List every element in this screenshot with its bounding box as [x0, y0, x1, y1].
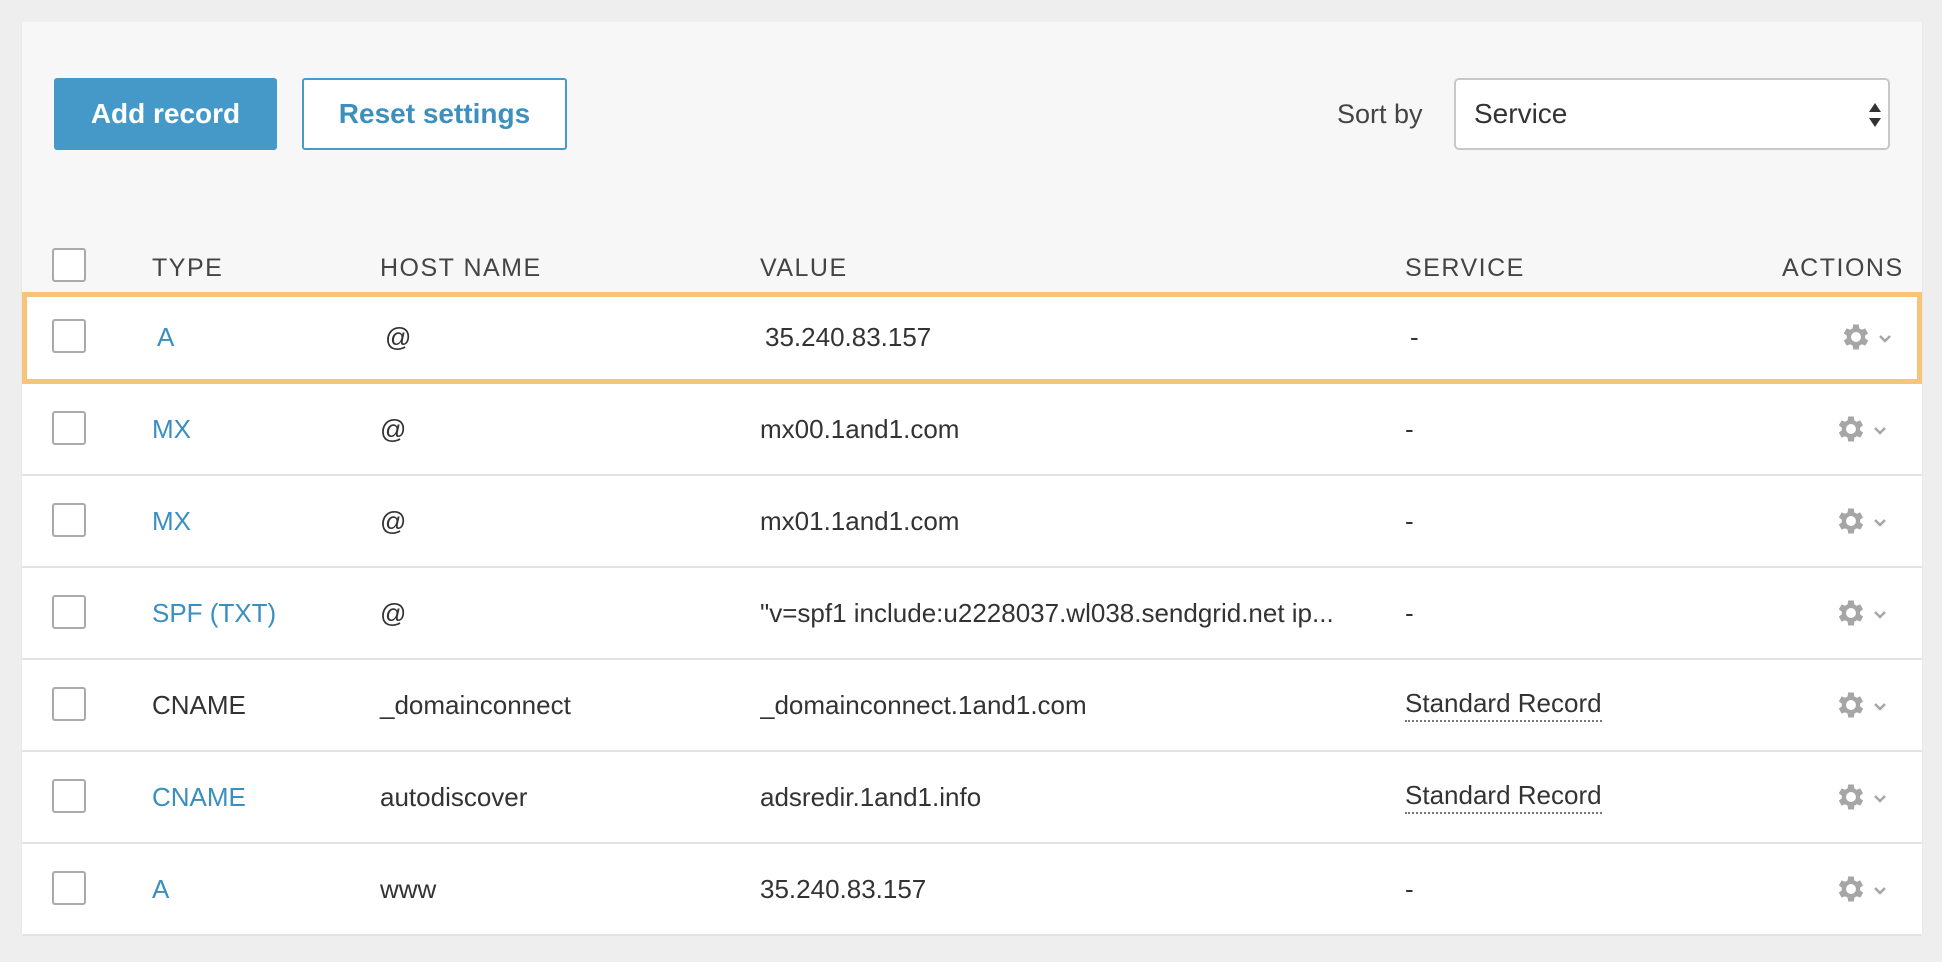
- record-value: _domainconnect.1and1.com: [760, 689, 1087, 720]
- gear-icon: [1838, 692, 1864, 718]
- table-row[interactable]: MX @ mx00.1and1.com -: [22, 384, 1922, 476]
- record-host-name: www: [380, 873, 437, 904]
- sort-by-label: Sort by: [1337, 98, 1423, 129]
- record-host-name: @: [385, 321, 412, 352]
- row-actions-menu[interactable]: [1834, 476, 1894, 566]
- record-type: CNAME: [152, 689, 246, 720]
- sort-by-select[interactable]: Service: [1454, 78, 1890, 150]
- sort-by-value: Service: [1474, 98, 1568, 129]
- record-service: Standard Record: [1405, 752, 1602, 842]
- chevron-down-icon: [1874, 795, 1886, 803]
- record-type-link[interactable]: A: [152, 844, 169, 934]
- row-actions-menu[interactable]: [1834, 660, 1894, 750]
- record-type-link[interactable]: MX: [152, 476, 191, 566]
- record-service: -: [1405, 873, 1414, 904]
- record-value: 35.240.83.157: [765, 321, 932, 352]
- record-type-link[interactable]: CNAME: [152, 752, 246, 842]
- gear-icon: [1838, 416, 1864, 442]
- header-host-name[interactable]: HOST NAME: [380, 254, 542, 283]
- row-checkbox[interactable]: [52, 595, 86, 629]
- row-checkbox[interactable]: [52, 779, 86, 813]
- record-service: Standard Record: [1405, 660, 1602, 750]
- chevron-down-icon: [1874, 519, 1886, 527]
- row-checkbox[interactable]: [52, 871, 86, 905]
- sort-arrows-icon: [1869, 103, 1881, 127]
- record-value: 35.240.83.157: [760, 873, 927, 904]
- gear-icon: [1838, 508, 1864, 534]
- record-service: -: [1405, 505, 1414, 536]
- gear-icon: [1838, 876, 1864, 902]
- record-value: adsredir.1and1.info: [760, 781, 982, 812]
- row-checkbox[interactable]: [52, 411, 86, 445]
- row-actions-menu[interactable]: [1834, 384, 1894, 474]
- chevron-down-icon: [1874, 611, 1886, 619]
- record-service: -: [1405, 413, 1414, 444]
- chevron-down-icon: [1874, 887, 1886, 895]
- row-actions-menu[interactable]: [1834, 568, 1894, 658]
- gear-icon: [1843, 324, 1869, 350]
- record-service: -: [1405, 597, 1414, 628]
- record-value: "v=spf1 include:u2228037.wl038.sendgrid.…: [760, 597, 1334, 628]
- table-row[interactable]: A @ 35.240.83.157 -: [22, 292, 1922, 384]
- record-host-name: @: [380, 505, 407, 536]
- table-row[interactable]: MX @ mx01.1and1.com -: [22, 476, 1922, 568]
- service-tooltip-trigger[interactable]: Standard Record: [1405, 780, 1602, 814]
- chevron-down-icon: [1874, 427, 1886, 435]
- row-actions-menu[interactable]: [1834, 844, 1894, 934]
- record-type-link[interactable]: MX: [152, 384, 191, 474]
- reset-settings-button[interactable]: Reset settings: [302, 78, 567, 150]
- gear-icon: [1838, 600, 1864, 626]
- row-actions-menu[interactable]: [1839, 292, 1899, 382]
- table-row[interactable]: A www 35.240.83.157 -: [22, 844, 1922, 936]
- header-value[interactable]: VALUE: [760, 254, 848, 283]
- toolbar: Add record Reset settings Sort by Servic…: [22, 22, 1922, 192]
- chevron-down-icon: [1874, 703, 1886, 711]
- service-tooltip-trigger[interactable]: Standard Record: [1405, 688, 1602, 722]
- header-actions: ACTIONS: [1782, 254, 1904, 282]
- row-checkbox[interactable]: [52, 687, 86, 721]
- record-value: mx00.1and1.com: [760, 413, 960, 444]
- chevron-down-icon: [1879, 335, 1891, 343]
- record-host-name: autodiscover: [380, 781, 528, 812]
- row-checkbox[interactable]: [52, 319, 86, 353]
- select-all-checkbox[interactable]: [52, 248, 86, 282]
- row-checkbox[interactable]: [52, 503, 86, 537]
- table-row[interactable]: SPF (TXT) @ "v=spf1 include:u2228037.wl0…: [22, 568, 1922, 660]
- record-host-name: @: [380, 413, 407, 444]
- dns-records-panel: Add record Reset settings Sort by Servic…: [22, 22, 1922, 936]
- record-type-link[interactable]: SPF (TXT): [152, 568, 276, 658]
- add-record-button[interactable]: Add record: [54, 78, 277, 150]
- table-row[interactable]: CNAME _domainconnect _domainconnect.1and…: [22, 660, 1922, 752]
- record-type-link[interactable]: A: [157, 292, 174, 382]
- record-value: mx01.1and1.com: [760, 505, 960, 536]
- record-service: -: [1410, 321, 1419, 352]
- header-service[interactable]: SERVICE: [1405, 254, 1525, 283]
- header-type[interactable]: TYPE: [152, 254, 223, 283]
- row-actions-menu[interactable]: [1834, 752, 1894, 842]
- record-host-name: @: [380, 597, 407, 628]
- table-row[interactable]: CNAME autodiscover adsredir.1and1.info S…: [22, 752, 1922, 844]
- record-host-name: _domainconnect: [380, 689, 571, 720]
- gear-icon: [1838, 784, 1864, 810]
